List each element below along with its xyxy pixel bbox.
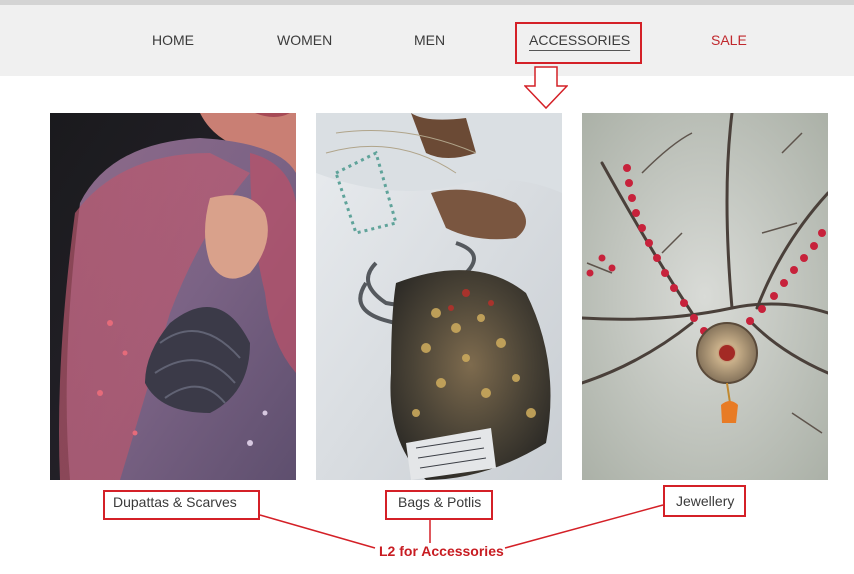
annotation-connector-lines xyxy=(259,504,664,549)
l2-annotation-label: L2 for Accessories xyxy=(379,543,504,559)
